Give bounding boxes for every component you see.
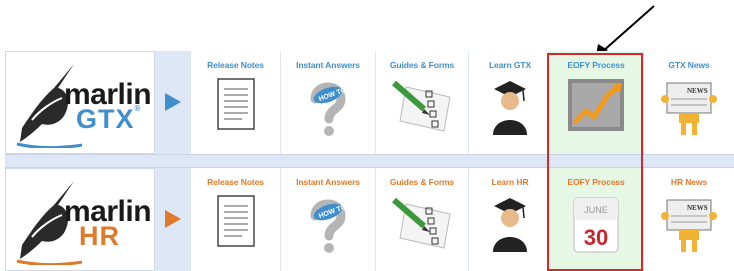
tile-gtx-news[interactable]: GTX News NEWS (643, 51, 734, 154)
eofy-highlight-frame (547, 53, 643, 271)
tile-label: GTX News (668, 60, 710, 70)
newspaper-icon: NEWS (661, 82, 717, 135)
tile-label: Instant Answers (296, 177, 360, 187)
play-arrow-icon (165, 93, 181, 111)
tile-label: Guides & Forms (389, 177, 455, 187)
play-arrow-icon (165, 210, 181, 228)
expand-arrow[interactable] (155, 168, 190, 271)
tile-instant-answers[interactable]: Instant Answers HOW TO (280, 51, 375, 154)
product-name: GTX® (76, 104, 142, 134)
tile-hr-news[interactable]: HR News NEWS (643, 168, 734, 271)
document-icon (216, 195, 255, 247)
tile-guides-forms[interactable]: Guides & Forms (375, 168, 468, 271)
how-to-question-icon: HOW TO (310, 199, 348, 253)
tile-label: Learn GTX (488, 60, 532, 70)
graduate-icon (493, 198, 527, 252)
tile-label: Guides & Forms (389, 60, 455, 70)
checklist-icon (392, 197, 451, 249)
how-to-question-icon: HOW TO (310, 82, 348, 136)
tile-learn-gtx[interactable]: Learn GTX (468, 51, 551, 154)
tile-label: Instant Answers (296, 60, 360, 70)
tile-label: Release Notes (207, 177, 264, 187)
tile-learn-hr[interactable]: Learn HR (468, 168, 551, 271)
tile-guides-forms[interactable]: Guides & Forms (375, 51, 468, 154)
marlin-hr-logo[interactable]: marlin HR (5, 168, 155, 271)
news-text: NEWS (687, 87, 708, 95)
tile-label: Release Notes (207, 60, 264, 70)
tile-label: HR News (670, 177, 708, 187)
tile-instant-answers[interactable]: Instant Answers HOW TO (280, 168, 375, 271)
tile-label: Learn HR (491, 177, 529, 187)
newspaper-icon: NEWS (661, 199, 717, 252)
news-text: NEWS (687, 204, 708, 212)
product-name: HR (79, 221, 120, 251)
expand-arrow[interactable] (155, 51, 190, 154)
marlin-gtx-logo[interactable]: marlin GTX® (5, 51, 155, 154)
document-icon (216, 78, 255, 130)
checklist-icon (392, 80, 451, 132)
tile-release-notes[interactable]: Release Notes (190, 51, 280, 154)
graduate-icon (493, 81, 527, 135)
tile-release-notes[interactable]: Release Notes (190, 168, 280, 271)
